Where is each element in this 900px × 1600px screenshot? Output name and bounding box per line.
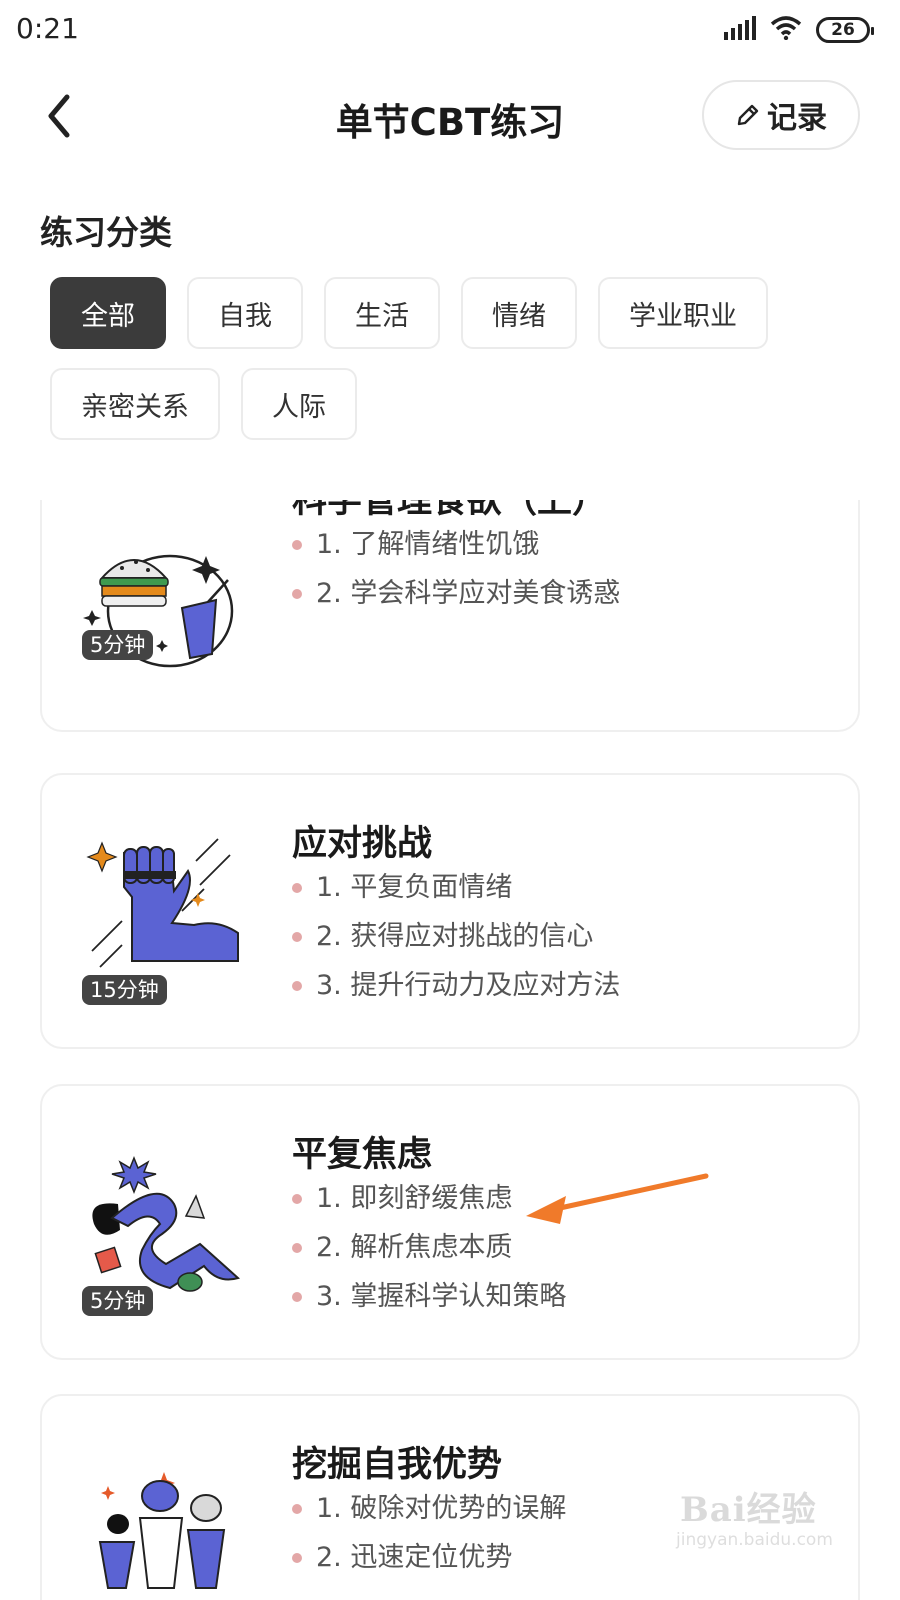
chip-intimate-relations[interactable]: 亲密关系	[50, 368, 220, 440]
card-points: 1. 了解情绪性饥饿 2. 学会科学应对美食诱惑	[292, 520, 620, 618]
exercise-card-appetite[interactable]: 5分钟 科学管理食欲（上） 1. 了解情绪性饥饿 2. 学会科学应对美食诱惑	[40, 500, 860, 732]
anxiety-shapes-illustration	[92, 1155, 240, 1292]
exercise-list: 5分钟 科学管理食欲（上） 1. 了解情绪性饥饿 2. 学会科学应对美食诱惑 1…	[40, 500, 860, 1600]
card-point: 2. 获得应对挑战的信心	[292, 912, 620, 961]
card-point: 2. 学会科学应对美食诱惑	[292, 569, 620, 618]
exercise-card-anxiety[interactable]: 5分钟 平复焦虑 1. 即刻舒缓焦虑 2. 解析焦虑本质 3. 掌握科学认知策略	[40, 1084, 860, 1360]
duration-badge: 15分钟	[82, 975, 167, 1005]
chip-emotion[interactable]: 情绪	[461, 277, 577, 349]
record-label: 记录	[767, 101, 827, 136]
card-point: 2. 迅速定位优势	[292, 1533, 566, 1582]
card-title: 挖掘自我优势	[292, 1445, 503, 1485]
watermark-url: jingyan.baidu.com	[676, 1530, 833, 1550]
card-title: 应对挑战	[292, 824, 433, 864]
card-points: 1. 即刻舒缓焦虑 2. 解析焦虑本质 3. 掌握科学认知策略	[292, 1174, 566, 1321]
section-title-categories: 练习分类	[40, 213, 172, 252]
battery-icon: 26	[816, 17, 874, 43]
card-point: 3. 提升行动力及应对方法	[292, 961, 620, 1010]
chip-life[interactable]: 生活	[324, 277, 440, 349]
card-point: 1. 即刻舒缓焦虑	[292, 1174, 566, 1223]
card-point: 2. 解析焦虑本质	[292, 1223, 566, 1272]
nav-bar: 单节CBT练习 记录	[0, 72, 900, 164]
card-points: 1. 平复负面情绪 2. 获得应对挑战的信心 3. 提升行动力及应对方法	[292, 863, 620, 1010]
people-figures-illustration	[98, 1472, 226, 1589]
duration-badge: 5分钟	[82, 630, 154, 660]
status-icons: 26	[724, 16, 874, 44]
status-time: 0:21	[16, 12, 79, 45]
watermark-logo: Bai经验 jingyan.baidu.com	[668, 1482, 868, 1562]
wifi-icon	[770, 16, 802, 44]
card-title: 平复焦虑	[292, 1135, 433, 1175]
card-point: 1. 了解情绪性饥饿	[292, 520, 620, 569]
duration-badge: 5分钟	[82, 1286, 154, 1316]
card-point: 1. 平复负面情绪	[292, 863, 620, 912]
chip-study-career[interactable]: 学业职业	[598, 277, 768, 349]
card-points: 1. 破除对优势的误解 2. 迅速定位优势	[292, 1484, 566, 1582]
card-point: 3. 掌握科学认知策略	[292, 1272, 566, 1321]
chip-all[interactable]: 全部	[50, 277, 166, 349]
record-button[interactable]: 记录	[702, 80, 860, 150]
pencil-icon	[737, 104, 759, 126]
signal-icon	[724, 16, 756, 44]
watermark-brand: Bai经验	[680, 1490, 817, 1530]
card-point: 1. 破除对优势的误解	[292, 1484, 566, 1533]
burger-and-drink-illustration	[83, 554, 234, 668]
chip-self[interactable]: 自我	[187, 277, 303, 349]
chip-interpersonal[interactable]: 人际	[241, 368, 357, 440]
exercise-card-challenge[interactable]: 15分钟 应对挑战 1. 平复负面情绪 2. 获得应对挑战的信心 3. 提升行动…	[40, 773, 860, 1049]
raised-fist-illustration	[86, 838, 239, 968]
status-bar: 0:21 26	[0, 0, 900, 62]
